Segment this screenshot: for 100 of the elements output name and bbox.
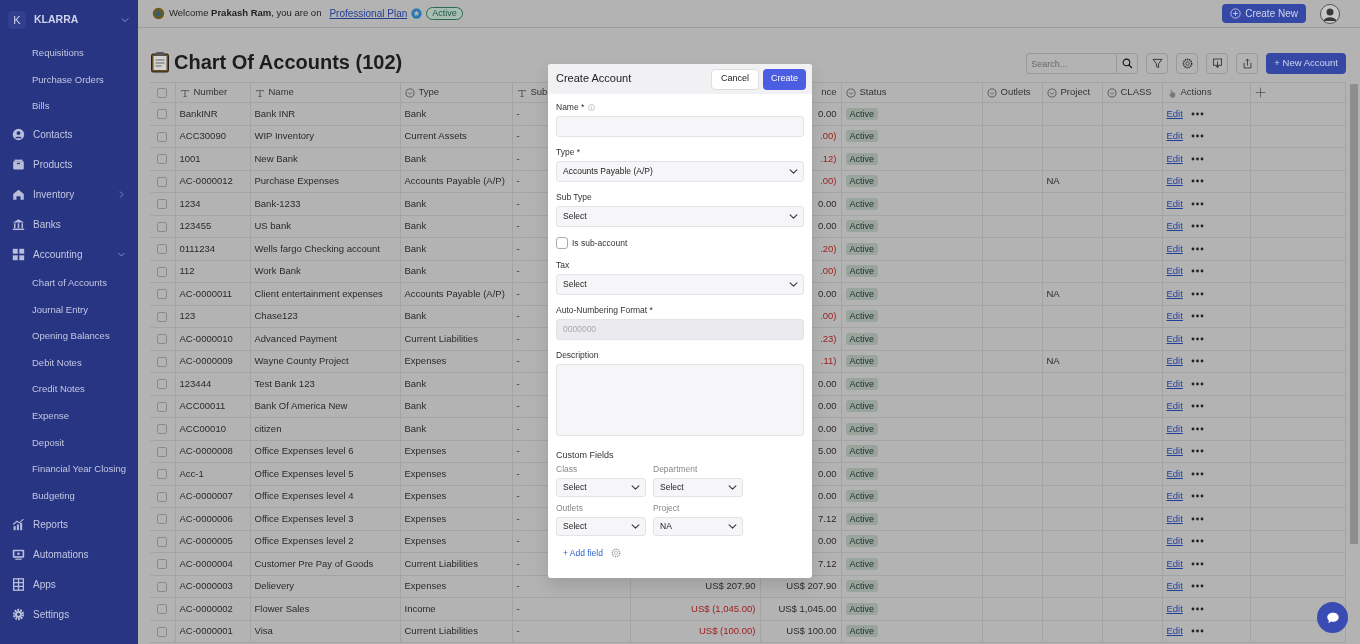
- search-button[interactable]: [1116, 53, 1139, 74]
- sidebar-item[interactable]: Settings: [0, 599, 138, 630]
- row-checkbox[interactable]: [157, 581, 168, 592]
- plan-link[interactable]: Professional Plan: [329, 6, 408, 21]
- edit-link[interactable]: Edit: [1166, 106, 1183, 121]
- row-checkbox[interactable]: [157, 469, 168, 480]
- more-icon[interactable]: [1190, 539, 1204, 544]
- select-field[interactable]: NA: [653, 516, 743, 536]
- more-icon[interactable]: [1190, 201, 1204, 206]
- select-all-checkbox[interactable]: [157, 87, 168, 98]
- row-checkbox[interactable]: [157, 446, 168, 457]
- edit-link[interactable]: Edit: [1166, 264, 1183, 279]
- more-icon[interactable]: [1190, 111, 1204, 116]
- sidebar-subitem[interactable]: Credit Notes: [0, 376, 138, 403]
- more-icon[interactable]: [1190, 336, 1204, 341]
- scrollbar[interactable]: [1350, 84, 1358, 544]
- edit-link[interactable]: Edit: [1166, 196, 1183, 211]
- more-icon[interactable]: [1190, 246, 1204, 251]
- edit-link[interactable]: Edit: [1166, 601, 1183, 616]
- row-checkbox[interactable]: [157, 424, 168, 435]
- more-icon[interactable]: [1190, 156, 1204, 161]
- sidebar-item[interactable]: Accounting: [0, 239, 138, 270]
- add-field-link[interactable]: + Add field: [563, 546, 603, 560]
- more-icon[interactable]: [1190, 584, 1204, 589]
- cancel-button[interactable]: Cancel: [710, 68, 759, 90]
- row-checkbox[interactable]: [157, 109, 168, 120]
- more-icon[interactable]: [1190, 404, 1204, 409]
- edit-link[interactable]: Edit: [1166, 129, 1183, 144]
- sidebar-subitem[interactable]: Journal Entry: [0, 296, 138, 323]
- row-checkbox[interactable]: [157, 266, 168, 277]
- more-icon[interactable]: [1190, 269, 1204, 274]
- more-icon[interactable]: [1190, 449, 1204, 454]
- more-icon[interactable]: [1190, 291, 1204, 296]
- more-icon[interactable]: [1190, 494, 1204, 499]
- add-column-icon[interactable]: [1254, 87, 1266, 98]
- avatar-icon[interactable]: [1320, 3, 1340, 24]
- more-icon[interactable]: [1190, 314, 1204, 319]
- sidebar-item[interactable]: Banks: [0, 209, 138, 240]
- more-icon[interactable]: [1190, 134, 1204, 139]
- row-checkbox[interactable]: [157, 154, 168, 165]
- select-field[interactable]: Select: [556, 477, 646, 497]
- row-checkbox[interactable]: [157, 379, 168, 390]
- row-checkbox[interactable]: [157, 559, 168, 570]
- sidebar-subitem[interactable]: Requisitions: [0, 40, 138, 67]
- edit-link[interactable]: Edit: [1166, 309, 1183, 324]
- row-checkbox[interactable]: [157, 491, 168, 502]
- select-field[interactable]: Select: [556, 206, 804, 227]
- sidebar-item[interactable]: Apps: [0, 569, 138, 600]
- row-checkbox[interactable]: [157, 289, 168, 300]
- sidebar-item[interactable]: Products: [0, 149, 138, 180]
- edit-link[interactable]: Edit: [1166, 241, 1183, 256]
- more-icon[interactable]: [1190, 516, 1204, 521]
- edit-link[interactable]: Edit: [1166, 511, 1183, 526]
- more-icon[interactable]: [1190, 179, 1204, 184]
- edit-link[interactable]: Edit: [1166, 399, 1183, 414]
- row-checkbox[interactable]: [157, 221, 168, 232]
- upload-button[interactable]: [1236, 53, 1259, 74]
- row-checkbox[interactable]: [157, 626, 168, 637]
- edit-link[interactable]: Edit: [1166, 556, 1183, 571]
- edit-link[interactable]: Edit: [1166, 376, 1183, 391]
- sidebar-subitem[interactable]: Opening Balances: [0, 322, 138, 350]
- filter-button[interactable]: [1146, 53, 1169, 74]
- sidebar-subitem[interactable]: Budgeting: [0, 482, 138, 510]
- download-button[interactable]: [1206, 53, 1229, 74]
- row-checkbox[interactable]: [157, 356, 168, 367]
- edit-link[interactable]: Edit: [1166, 421, 1183, 436]
- row-checkbox[interactable]: [157, 131, 168, 142]
- more-icon[interactable]: [1190, 381, 1204, 386]
- row-checkbox[interactable]: [157, 514, 168, 525]
- sidebar-subitem[interactable]: Chart of Accounts: [0, 269, 138, 297]
- sidebar-item[interactable]: Automations: [0, 539, 138, 570]
- more-icon[interactable]: [1190, 606, 1204, 611]
- row-checkbox[interactable]: [157, 536, 168, 547]
- edit-link[interactable]: Edit: [1166, 579, 1183, 594]
- more-icon[interactable]: [1190, 359, 1204, 364]
- select-field[interactable]: Select: [556, 273, 804, 295]
- sidebar-item[interactable]: Contacts: [0, 119, 138, 150]
- row-checkbox[interactable]: [157, 604, 168, 615]
- edit-link[interactable]: Edit: [1166, 286, 1183, 301]
- row-checkbox[interactable]: [157, 244, 168, 255]
- chat-button[interactable]: [1317, 602, 1348, 633]
- select-field[interactable]: Select: [556, 516, 646, 536]
- select-field[interactable]: Accounts Payable (A/P): [556, 161, 804, 182]
- more-icon[interactable]: [1190, 629, 1204, 634]
- sidebar-subitem[interactable]: Debit Notes: [0, 349, 138, 377]
- create-new-button[interactable]: Create New: [1222, 4, 1306, 23]
- row-checkbox[interactable]: [157, 401, 168, 412]
- checkbox[interactable]: [556, 237, 568, 250]
- sidebar-subitem[interactable]: Bills: [0, 93, 138, 120]
- edit-link[interactable]: Edit: [1166, 174, 1183, 189]
- select-field[interactable]: Select: [653, 477, 743, 497]
- more-icon[interactable]: [1190, 224, 1204, 229]
- sidebar-subitem[interactable]: Purchase Orders: [0, 66, 138, 94]
- edit-link[interactable]: Edit: [1166, 331, 1183, 346]
- edit-link[interactable]: Edit: [1166, 534, 1183, 549]
- edit-link[interactable]: Edit: [1166, 466, 1183, 481]
- row-checkbox[interactable]: [157, 176, 168, 187]
- edit-link[interactable]: Edit: [1166, 444, 1183, 459]
- row-checkbox[interactable]: [157, 311, 168, 322]
- more-icon[interactable]: [1190, 426, 1204, 431]
